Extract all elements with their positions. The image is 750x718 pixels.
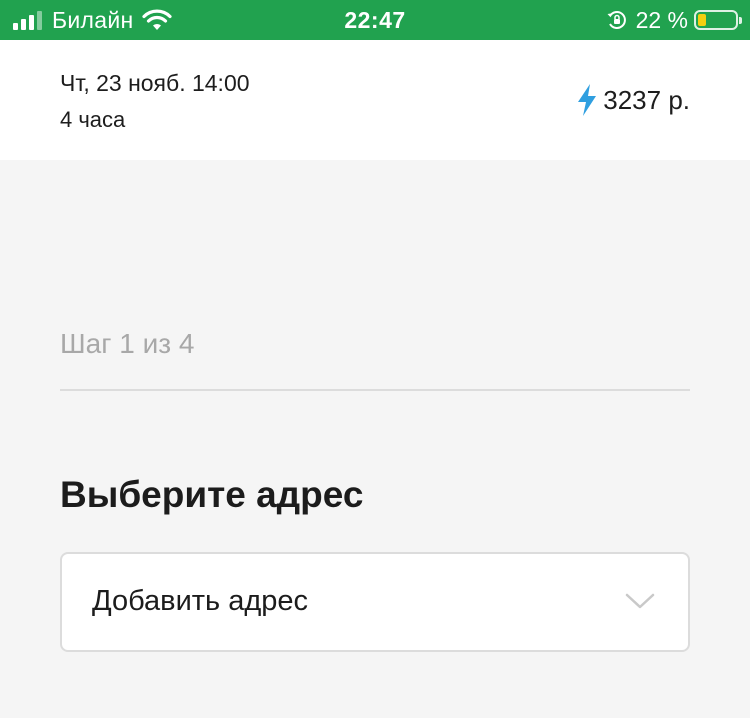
booking-date: Чт, 23 нояб. 14:00 — [60, 70, 250, 96]
chevron-down-icon — [625, 592, 655, 610]
booking-price: 3237 р. — [577, 84, 690, 116]
status-right: 22 % — [606, 0, 742, 40]
booking-summary: Чт, 23 нояб. 14:00 4 часа 3237 р. — [0, 40, 750, 160]
address-dropdown[interactable]: Добавить адрес — [60, 552, 690, 652]
battery-icon — [694, 10, 742, 30]
address-dropdown-value: Добавить адрес — [92, 585, 309, 617]
battery-percent: 22 % — [635, 6, 688, 33]
step-indicator: Шаг 1 из 4 — [60, 328, 195, 359]
battery-level-fill — [698, 14, 706, 26]
booking-duration: 4 часа — [60, 107, 126, 132]
price-value: 3237 р. — [603, 84, 690, 115]
status-bar: Билайн 22:47 22 % — [0, 0, 750, 40]
orientation-lock-icon — [606, 9, 628, 31]
address-section-title: Выберите адрес — [60, 474, 364, 515]
step-divider — [60, 389, 690, 391]
lightning-bolt-icon — [577, 84, 597, 116]
